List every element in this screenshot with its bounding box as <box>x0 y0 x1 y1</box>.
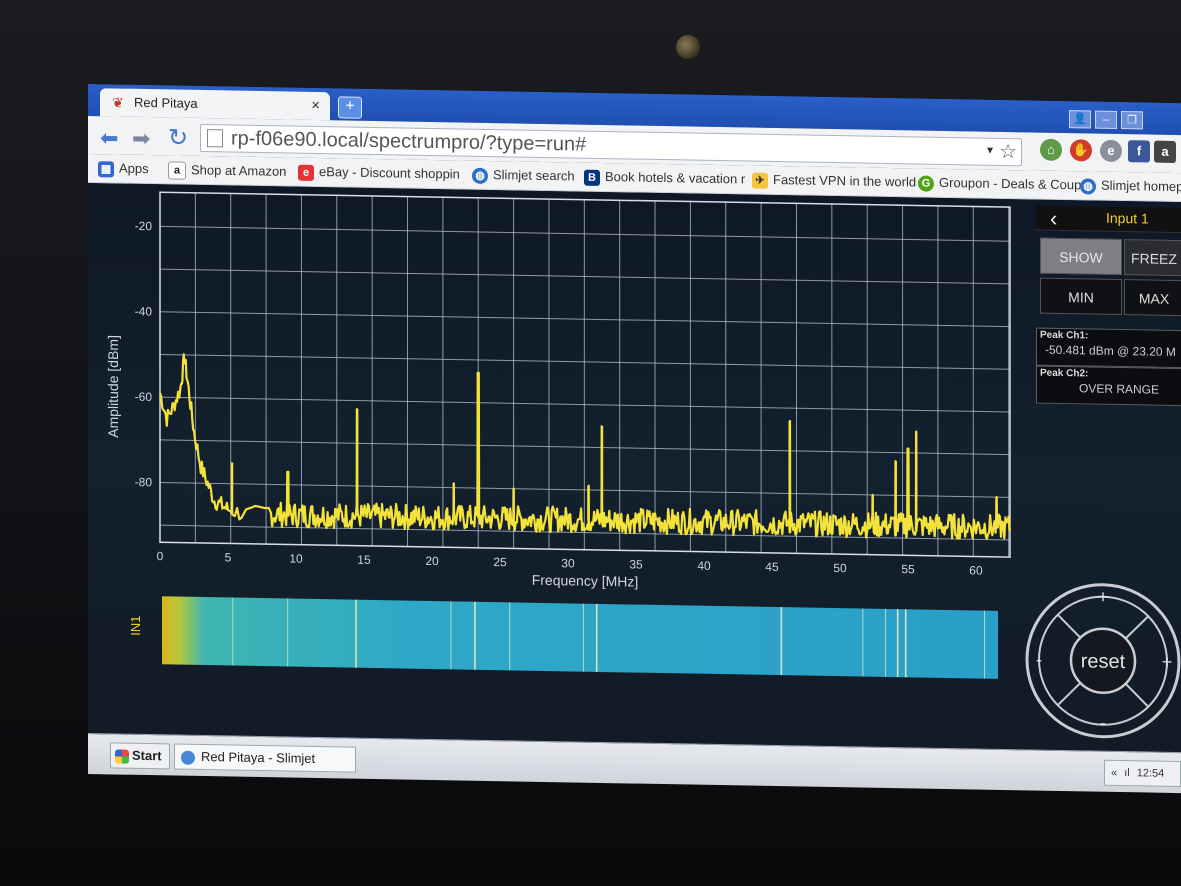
x-tick-label: 0 <box>157 549 164 563</box>
show-button[interactable]: SHOW <box>1040 237 1122 276</box>
zoom-control: reset + - - + <box>1025 583 1181 739</box>
system-tray: « ıl 12:54 <box>1104 759 1181 788</box>
x-axis-label: Frequency [MHz] <box>532 572 639 590</box>
bookmark-booking[interactable]: B Book hotels & vacation r <box>584 169 745 188</box>
groupon-icon: G <box>918 175 934 192</box>
grid-line-h <box>160 439 1010 456</box>
maximize-button[interactable]: ❐ <box>1121 111 1143 130</box>
home-icon[interactable]: ⌂ <box>1040 138 1062 162</box>
spectrum-analyzer-page: 0 5 10 15 20 25 30 35 40 45 50 55 60 -20 -40 -60 -80 Fre… <box>88 183 1181 753</box>
x-tick-label: 50 <box>833 561 847 575</box>
y-tick-label: -20 <box>135 219 153 233</box>
tray-expand-icon[interactable]: « <box>1111 767 1117 779</box>
x-tick-label: 55 <box>901 562 915 576</box>
grid-line-h <box>160 311 1010 328</box>
zoom-in-vertical-button[interactable]: + <box>1098 587 1109 607</box>
peak-ch1-value: -50.481 dBm @ 23.20 M <box>1045 342 1176 359</box>
bookmark-amazon[interactable]: a Shop at Amazon <box>168 161 286 181</box>
zoom-in-horizontal-button[interactable]: + <box>1162 652 1173 672</box>
grid-line-h <box>160 225 1010 242</box>
peak-ch2-value: OVER RANGE <box>1079 381 1160 397</box>
close-tab-icon[interactable]: × <box>311 97 320 114</box>
x-tick-label: 20 <box>425 554 439 568</box>
windows-logo-icon <box>115 749 129 764</box>
forward-arrow-icon[interactable]: ➡ <box>132 126 150 152</box>
booking-icon: B <box>584 169 600 186</box>
tab-red-pitaya[interactable]: ❦ Red Pitaya × <box>100 88 330 121</box>
spectrum-chart: 0 5 10 15 20 25 30 35 40 45 50 55 60 -20 -40 -60 -80 Fre… <box>105 191 1011 679</box>
grid-line-h <box>160 353 1010 370</box>
y-tick-label: -60 <box>135 390 153 404</box>
x-tick-label: 60 <box>969 563 983 577</box>
input-label: Input 1 <box>1106 209 1149 227</box>
zoom-out-vertical-button[interactable]: - <box>1100 713 1106 733</box>
amazon-extension-icon[interactable]: a <box>1154 140 1176 163</box>
url-text[interactable]: rp-f06e90.local/spectrumpro/?type=run# <box>231 127 586 156</box>
peak-ch2-label: Peak Ch2: <box>1040 367 1089 380</box>
ebay-icon: e <box>298 164 314 181</box>
minimize-button[interactable]: – <box>1095 110 1117 129</box>
ebay-extension-icon[interactable]: e <box>1100 139 1122 163</box>
x-tick-label: 5 <box>225 550 232 564</box>
zoom-out-horizontal-button[interactable]: - <box>1036 650 1042 670</box>
chevron-left-icon[interactable]: ‹ <box>1050 206 1057 232</box>
peak-ch1-label: Peak Ch1: <box>1040 329 1089 342</box>
x-tick-label: 45 <box>765 560 779 574</box>
bookmark-ebay[interactable]: e eBay - Discount shoppin <box>298 164 460 183</box>
grid-line-h <box>160 268 1010 285</box>
user-icon[interactable]: 👤 <box>1069 110 1091 129</box>
vpn-icon: ✈ <box>752 172 768 189</box>
bookmark-vpn[interactable]: ✈ Fastest VPN in the world <box>752 172 916 191</box>
bookmark-apps[interactable]: ▦ Apps <box>98 160 149 178</box>
bookmark-slimjet-home[interactable]: ◍ Slimjet homepag <box>1080 177 1181 196</box>
screen: ❦ Red Pitaya × + 👤 – ❐ ⬅ ➡ ↻ rp-f06e90.loc… <box>88 84 1181 794</box>
x-tick-label: 25 <box>493 555 507 569</box>
peak-ch2-box: Peak Ch2: OVER RANGE <box>1036 365 1181 407</box>
x-tick-label: 30 <box>561 556 575 570</box>
adblock-icon[interactable]: ✋ <box>1070 139 1092 162</box>
slimjet-icon <box>181 750 195 765</box>
max-button[interactable]: MAX <box>1124 279 1181 317</box>
min-button[interactable]: MIN <box>1040 277 1122 316</box>
facebook-icon[interactable]: f <box>1128 140 1150 163</box>
reload-icon[interactable]: ↻ <box>168 123 188 152</box>
x-tick-label: 15 <box>357 553 371 567</box>
apps-grid-icon: ▦ <box>98 160 114 178</box>
input-selector[interactable]: ‹ Input 1 <box>1036 205 1181 234</box>
bookmark-groupon[interactable]: G Groupon - Deals & Coup <box>918 174 1081 193</box>
tab-title: Red Pitaya <box>134 94 198 111</box>
amazon-icon: a <box>168 161 186 180</box>
window-controls: 👤 – ❐ <box>1065 109 1175 130</box>
network-icon[interactable]: ıl <box>1124 767 1130 779</box>
globe-icon: ◍ <box>1080 177 1096 195</box>
x-tick-label: 10 <box>289 552 303 566</box>
y-axis-label: Amplitude [dBm] <box>105 335 121 438</box>
y-tick-label: -80 <box>135 475 153 489</box>
grid-line-h <box>160 396 1010 413</box>
dropdown-icon[interactable]: ▾ <box>987 143 993 157</box>
webcam <box>676 35 700 59</box>
bookmark-slimjet-search[interactable]: ◍ Slimjet search <box>472 167 575 185</box>
back-arrow-icon[interactable]: ⬅ <box>100 125 118 151</box>
control-panel: ‹ Input 1 SHOW FREEZ MIN MAX Peak Ch1: -… <box>1036 200 1181 523</box>
taskbar-window-item[interactable]: Red Pitaya - Slimjet <box>174 743 356 773</box>
red-pitaya-favicon-icon: ❦ <box>112 94 124 111</box>
peak-ch1-box: Peak Ch1: -50.481 dBm @ 23.20 M <box>1036 327 1181 369</box>
new-tab-button[interactable]: + <box>338 96 362 119</box>
start-button[interactable]: Start <box>110 742 170 770</box>
x-tick-label: 35 <box>629 557 643 571</box>
globe-icon: ◍ <box>472 167 488 184</box>
x-tick-label: 40 <box>697 559 711 573</box>
page-icon <box>207 129 223 148</box>
freeze-button[interactable]: FREEZ <box>1124 239 1181 277</box>
y-tick-label: -40 <box>135 304 153 318</box>
waterfall-channel-label: IN1 <box>128 615 143 635</box>
reset-label: reset <box>1081 650 1126 673</box>
bookmark-star-icon[interactable]: ☆ <box>999 139 1017 164</box>
clock: 12:54 <box>1136 767 1165 780</box>
